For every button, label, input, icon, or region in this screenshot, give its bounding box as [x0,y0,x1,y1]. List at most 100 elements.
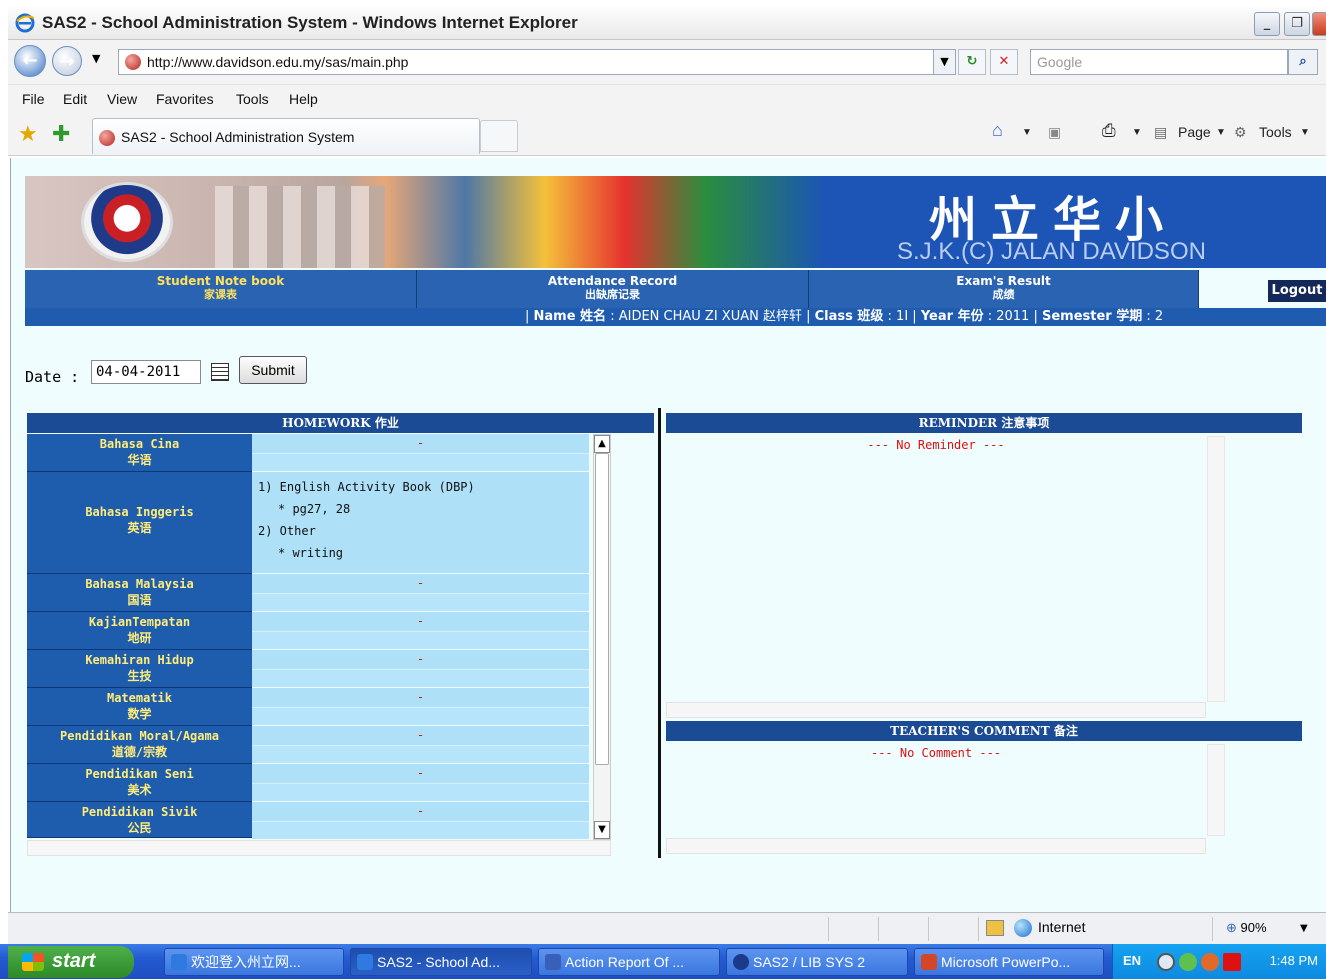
address-dropdown-icon[interactable]: ▼ [933,50,955,74]
page-dropdown-icon[interactable]: ▼ [1216,127,1226,138]
system-tray: EN 1:48 PM [1112,944,1326,979]
menu-view[interactable]: View [107,91,137,107]
menu-help[interactable]: Help [289,91,318,107]
zoom-level[interactable]: ⊕ 90% [1226,920,1267,936]
search-input[interactable]: Google [1030,49,1288,75]
tray-app-icon[interactable] [1157,953,1175,971]
menu-tools[interactable]: Tools [236,91,269,107]
taskbar-item-action-report[interactable]: Action Report Of ... [538,948,720,976]
tab-attendance-record[interactable]: Attendance Record 出缺席记录 [417,270,809,308]
subject-name: Kemahiran Hidup [85,653,194,667]
logout-button[interactable]: Logout [1268,280,1326,302]
language-indicator[interactable]: EN [1123,953,1141,968]
tab-student-notebook[interactable]: Student Note book 家课表 [25,270,417,308]
start-button[interactable]: start [8,946,134,978]
tools-menu[interactable]: Tools [1259,124,1292,140]
table-row: Bahasa Malaysia 国语 - [27,574,589,612]
address-toolbar: ← → ▼ http://www.davidson.edu.my/sas/mai… [8,40,1326,84]
comment-header: TEACHER'S COMMENT 备注 [666,721,1302,741]
reminder-horizontal-scrollbar[interactable] [666,702,1206,718]
close-button[interactable] [1312,12,1326,36]
new-tab-button[interactable] [480,120,518,152]
favorites-star-icon[interactable]: ★ [18,122,38,147]
refresh-button[interactable]: ↻ [958,49,986,75]
taskbar-item-sas2[interactable]: SAS2 - School Ad... [350,948,532,976]
forward-button[interactable]: → [52,46,82,76]
window-title: SAS2 - School Administration System - Wi… [42,13,578,32]
table-row: KajianTempatan 地研 - [27,612,589,650]
protected-mode-icon[interactable] [986,920,1004,936]
tab-exam-result[interactable]: Exam's Result 成绩 [809,270,1199,308]
reminder-header: REMINDER 注意事项 [666,413,1302,433]
table-row: Kemahiran Hidup 生技 - [27,650,589,688]
subject-cn: 国语 [127,593,152,607]
zoom-dropdown-icon[interactable]: ▼ [1300,923,1308,934]
title-bar: SAS2 - School Administration System - Wi… [8,6,1326,40]
menu-edit[interactable]: Edit [63,91,87,107]
homework-cell: - [252,612,589,650]
status-divider [1212,917,1213,941]
student-info-text: | Name 姓名 : AIDEN CHAU ZI XUAN 赵梓轩 | Cla… [525,309,1164,324]
submit-button[interactable]: Submit [239,356,307,384]
subject-cn: 道德/宗教 [111,745,168,759]
address-bar[interactable]: http://www.davidson.edu.my/sas/main.php … [118,49,956,75]
home-icon[interactable]: ⌂ [992,120,1003,141]
comment-vertical-scrollbar[interactable] [1207,744,1225,836]
tools-dropdown-icon[interactable]: ▼ [1300,127,1310,138]
scroll-down-icon[interactable]: ▼ [594,821,610,839]
homework-cell: - [252,802,589,839]
taskbar-item-powerpoint[interactable]: Microsoft PowerPo... [914,948,1104,976]
home-dropdown-icon[interactable]: ▼ [1022,127,1032,138]
minimize-button[interactable]: _ [1254,12,1280,36]
page-icon [125,54,141,70]
feeds-icon[interactable]: ▣ [1048,124,1061,141]
subject-cell: Bahasa Inggeris 英语 [27,472,252,574]
print-icon[interactable]: ⎙ [1102,121,1116,141]
search-icon[interactable]: ⌕ [1288,49,1318,75]
history-dropdown-icon[interactable]: ▼ [92,52,100,65]
add-favorites-icon[interactable]: ✚ [52,122,70,147]
homework-value: - [252,612,589,632]
subject-name: Bahasa Malaysia [85,577,194,591]
subject-cell: Kemahiran Hidup 生技 [27,650,252,688]
homework-value: - [252,650,589,670]
tray-network-icon[interactable] [1179,953,1197,971]
restore-button[interactable]: ❐ [1284,12,1310,36]
taskbar-item-lib-sys[interactable]: SAS2 / LIB SYS 2 [726,948,908,976]
clock[interactable]: 1:48 PM [1270,953,1318,968]
taskbar-item-welcome[interactable]: 欢迎登入州立网... [164,948,344,976]
scroll-up-icon[interactable]: ▲ [594,435,610,453]
ie-icon [357,954,373,970]
security-zone[interactable]: Internet [1014,919,1085,938]
tab-active[interactable]: SAS2 - School Administration System [92,118,480,154]
homework-horizontal-scrollbar[interactable] [27,840,611,856]
status-bar: Internet ⊕ 90% ▼ [8,912,1326,944]
tray-antivirus-icon[interactable] [1223,953,1241,971]
menu-favorites[interactable]: Favorites [156,91,214,107]
reminder-vertical-scrollbar[interactable] [1207,436,1225,702]
table-row: Matematik 数学 - [27,688,589,726]
homework-vertical-scrollbar[interactable]: ▲ ▼ [593,434,611,840]
comment-horizontal-scrollbar[interactable] [666,838,1206,854]
tab-label: Attendance Record [547,274,678,288]
globe-icon [1014,919,1032,938]
homework-value: - [252,764,589,784]
taskbar: start 欢迎登入州立网... SAS2 - School Ad... Act… [0,944,1326,979]
date-input[interactable]: 04-04-2011 [91,360,201,384]
table-row: Pendidikan Sivik 公民 - [27,802,589,839]
student-class: : 1I [887,309,909,324]
scrollbar-thumb[interactable] [595,453,609,765]
back-button[interactable]: ← [14,45,46,77]
school-banner: 州立华小 S.J.K.(C) JALAN DAVIDSON [25,176,1326,268]
page-menu[interactable]: Page [1178,124,1211,140]
url-text[interactable]: http://www.davidson.edu.my/sas/main.php [147,54,408,70]
table-row: Bahasa Cina 华语 - [27,434,589,472]
main-nav: Student Note book 家课表 Attendance Record … [25,270,1326,308]
tray-security-icon[interactable] [1201,953,1219,971]
tab-sublabel: 出缺席记录 [585,288,640,301]
menu-file[interactable]: File [22,91,45,107]
calendar-icon[interactable] [211,363,229,381]
student-info-bar: | Name 姓名 : AIDEN CHAU ZI XUAN 赵梓轩 | Cla… [25,308,1326,326]
stop-button[interactable]: ✕ [990,49,1018,75]
print-dropdown-icon[interactable]: ▼ [1132,127,1142,138]
